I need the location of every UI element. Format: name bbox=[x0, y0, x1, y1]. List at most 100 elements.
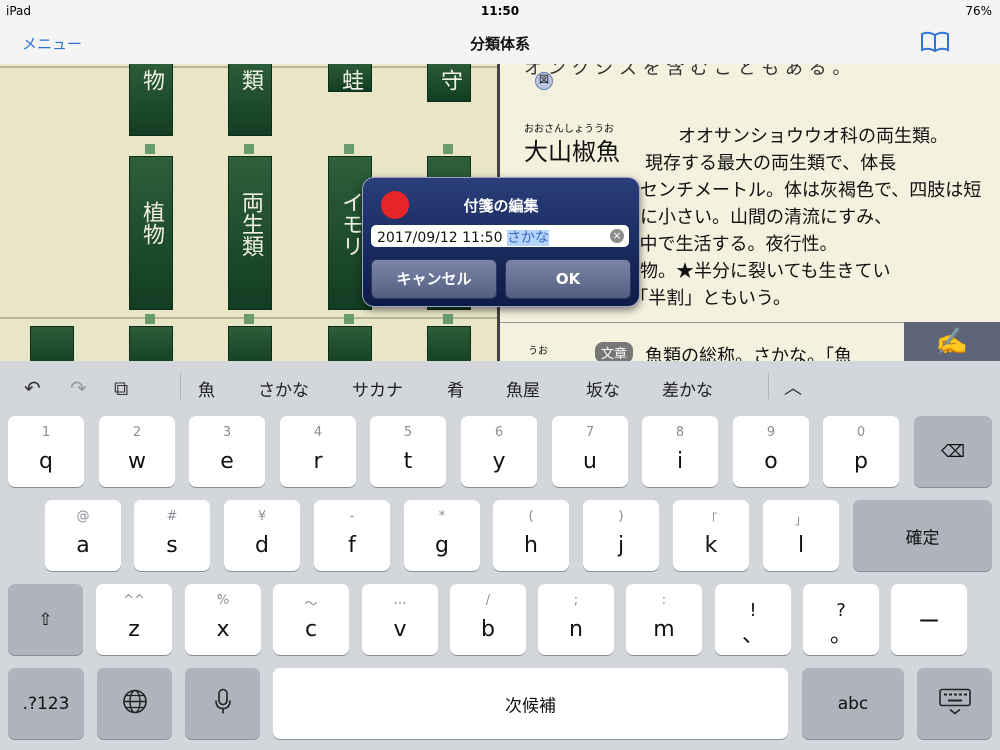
next-candidate-key[interactable]: 次候補 bbox=[273, 668, 788, 739]
candidate[interactable]: サカナ bbox=[352, 376, 403, 401]
key-f[interactable]: -f bbox=[314, 500, 390, 571]
navigation-bar: メニュー 分類体系 bbox=[0, 22, 1000, 65]
chevron-up-icon[interactable]: ︿ bbox=[784, 374, 802, 400]
key-n[interactable]: ; n bbox=[538, 584, 614, 655]
tree-connector bbox=[344, 144, 354, 154]
tree-connector bbox=[145, 314, 155, 324]
key-u[interactable]: 7u bbox=[552, 416, 628, 487]
microphone-icon bbox=[185, 688, 260, 719]
definition-line: 現存する最大の両生類で、体長 bbox=[645, 153, 897, 174]
tree-node[interactable]: 守 bbox=[427, 64, 471, 102]
key-o[interactable]: 9o bbox=[733, 416, 809, 487]
globe-key[interactable] bbox=[97, 668, 172, 739]
key-j[interactable]: ) j bbox=[583, 500, 659, 571]
battery-level: 76% bbox=[965, 4, 992, 18]
usage-badge: 文章 bbox=[595, 342, 634, 361]
numbers-key[interactable]: .?123 bbox=[8, 668, 84, 739]
shift-key[interactable]: ⇧ bbox=[8, 584, 83, 655]
status-bar: iPad 11:50 76% bbox=[0, 0, 1000, 22]
candidate[interactable]: 肴 bbox=[447, 376, 464, 401]
write-note-button[interactable]: ✍ bbox=[904, 322, 1000, 361]
tree-node-plants[interactable]: 植物 bbox=[129, 156, 173, 310]
key-g[interactable]: * g bbox=[404, 500, 480, 571]
tree-connector bbox=[443, 144, 453, 154]
tree-connector bbox=[244, 314, 254, 324]
dismiss-keyboard-key[interactable] bbox=[917, 668, 992, 739]
book-icon[interactable] bbox=[920, 31, 950, 57]
candidate[interactable]: 差かな bbox=[662, 376, 713, 401]
previous-text: オ ン ク シ ス を 含 む こ と も あ る 。 bbox=[524, 64, 851, 79]
cancel-button[interactable]: キャンセル bbox=[371, 259, 497, 299]
tree-connector bbox=[244, 144, 254, 154]
dictation-key[interactable] bbox=[185, 668, 260, 739]
key-b[interactable]: / b bbox=[450, 584, 526, 655]
key-l[interactable]: 」 l bbox=[763, 500, 839, 571]
note-edit-dialog: 付箋の編集 2017/09/12 11:50 さかな × キャンセル OK bbox=[362, 177, 640, 307]
selected-text: さかな bbox=[506, 230, 549, 246]
key-y[interactable]: 6y bbox=[461, 416, 537, 487]
key-h[interactable]: (h bbox=[493, 500, 569, 571]
key-x[interactable]: % x bbox=[185, 584, 261, 655]
key-m[interactable]: :m bbox=[626, 584, 702, 655]
paste-icon[interactable]: ⧉ bbox=[114, 376, 128, 400]
key-t[interactable]: 5t bbox=[370, 416, 446, 487]
tree-node[interactable] bbox=[30, 326, 74, 361]
key-r[interactable]: 4r bbox=[280, 416, 356, 487]
candidate-bar: ↶ ↷ ⧉ 魚 さかな サカナ 肴 魚屋 坂な 差かな ︿ bbox=[0, 361, 1000, 411]
tree-node[interactable] bbox=[129, 326, 173, 361]
tree-node[interactable]: 物 bbox=[129, 64, 173, 136]
ok-button[interactable]: OK bbox=[505, 259, 631, 299]
tree-connector bbox=[145, 144, 155, 154]
tree-connector bbox=[344, 314, 354, 324]
key-long-vowel[interactable]: ー bbox=[891, 584, 967, 655]
tree-node[interactable] bbox=[228, 326, 272, 361]
candidate[interactable]: 坂な bbox=[586, 376, 620, 401]
tree-node[interactable] bbox=[427, 326, 471, 361]
tree-node-amphibians[interactable]: 両生類 bbox=[228, 156, 272, 310]
writing-hand-icon: ✍ bbox=[935, 327, 969, 357]
headword: 大山椒魚 bbox=[524, 138, 620, 166]
tree-node[interactable]: 類 bbox=[228, 64, 272, 136]
key-z[interactable]: ^^ z bbox=[96, 584, 172, 655]
key-v[interactable]: … v bbox=[362, 584, 438, 655]
candidate[interactable]: 魚屋 bbox=[506, 376, 540, 401]
redo-icon[interactable]: ↷ bbox=[70, 376, 87, 400]
key-comma[interactable]: !、 bbox=[715, 584, 791, 655]
key-a[interactable]: @ a bbox=[45, 500, 121, 571]
clear-text-icon[interactable]: × bbox=[610, 229, 624, 243]
dialog-title: 付箋の編集 bbox=[463, 197, 539, 215]
tree-node[interactable]: 蛙 bbox=[328, 64, 372, 92]
shift-icon: ⇧ bbox=[38, 609, 53, 630]
key-s[interactable]: # s bbox=[134, 500, 210, 571]
key-i[interactable]: 8i bbox=[642, 416, 718, 487]
key-w[interactable]: 2w bbox=[99, 416, 175, 487]
toolbar-divider bbox=[180, 373, 181, 399]
definition-line: オオサンショウウオ科の両生類。 bbox=[678, 126, 948, 147]
toolbar-divider bbox=[768, 373, 769, 399]
key-e[interactable]: 3e bbox=[189, 416, 265, 487]
tree-node[interactable] bbox=[328, 326, 372, 361]
undo-icon[interactable]: ↶ bbox=[24, 376, 41, 400]
key-d[interactable]: ¥ d bbox=[224, 500, 300, 571]
candidate[interactable]: さかな bbox=[258, 376, 309, 401]
key-q[interactable]: 1q bbox=[8, 416, 84, 487]
next-entry-definition: 魚類の総称。さかな。「魚 bbox=[645, 346, 852, 361]
candidate[interactable]: 魚 bbox=[198, 376, 215, 401]
page-title: 分類体系 bbox=[469, 35, 530, 53]
backspace-icon: ⌫ bbox=[940, 441, 966, 462]
key-period[interactable]: ?。 bbox=[803, 584, 879, 655]
note-text-field[interactable]: 2017/09/12 11:50 さかな × bbox=[371, 225, 629, 247]
globe-icon bbox=[97, 688, 172, 719]
keyboard: ↶ ↷ ⧉ 魚 さかな サカナ 肴 魚屋 坂な 差かな ︿ 1q 2w 3e 4… bbox=[0, 361, 1000, 750]
backspace-key[interactable]: ⌫ bbox=[914, 416, 992, 487]
key-k[interactable]: 「k bbox=[673, 500, 749, 571]
tree-connector bbox=[443, 314, 453, 324]
clock: 11:50 bbox=[480, 4, 520, 18]
keyboard-hide-icon bbox=[917, 687, 992, 720]
abc-key[interactable]: abc bbox=[802, 668, 904, 739]
confirm-key[interactable]: 確定 bbox=[853, 500, 992, 571]
key-c[interactable]: 〜 c bbox=[273, 584, 349, 655]
figure-icon[interactable]: 図 bbox=[535, 72, 553, 90]
key-p[interactable]: 0p bbox=[823, 416, 899, 487]
next-entry-reading: うお bbox=[528, 346, 548, 357]
